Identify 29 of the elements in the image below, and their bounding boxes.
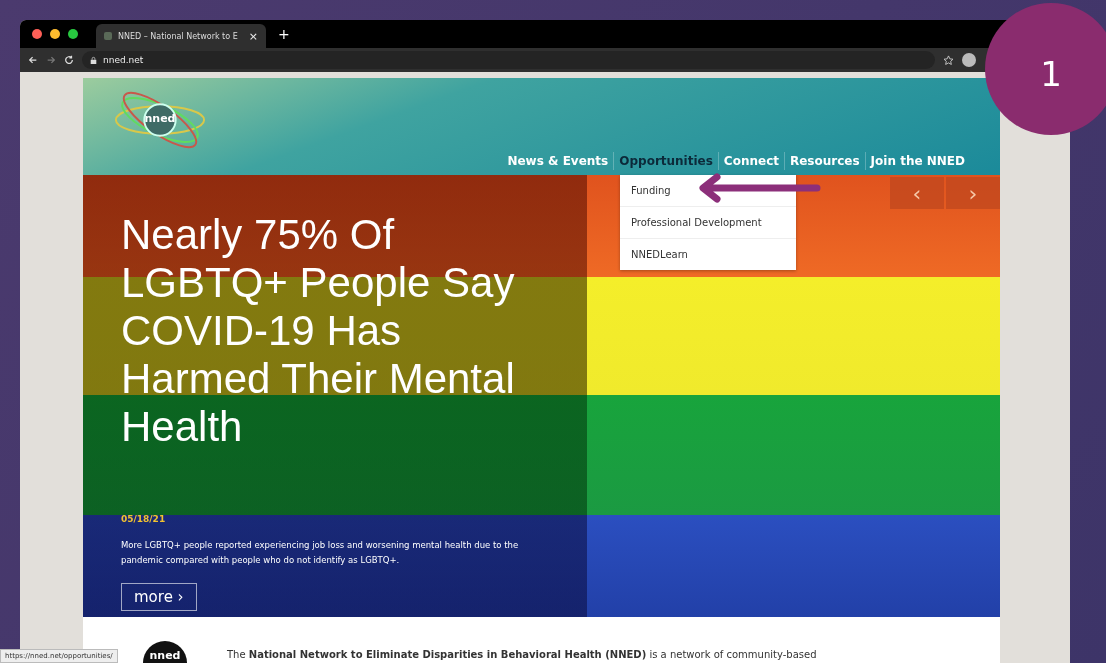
profile-avatar[interactable] [962, 53, 976, 67]
new-tab-button[interactable]: + [278, 26, 290, 42]
summary-text: More LGBTQ+ people reported experiencing job loss and worsening mental health due to the pandemic compared with people who do not identify as LGBTQ+. [121, 539, 520, 567]
browser-tab[interactable]: NNED – National Network to E × [96, 24, 266, 48]
about-text: The National Network to Eliminate Disparities in Behavioral Health (NNED) is a network of community-based [227, 649, 817, 662]
menu-item[interactable]: Funding [620, 175, 796, 206]
minimize-window-icon[interactable] [50, 29, 60, 39]
nav-link[interactable]: Resources [784, 152, 865, 170]
close-window-icon[interactable] [32, 29, 42, 39]
zoom-window-icon[interactable] [68, 29, 78, 39]
menu-item[interactable]: Professional Development [620, 206, 796, 238]
menu-item[interactable]: NNEDLearn [620, 238, 796, 270]
tab-title: NNED – National Network to E [118, 31, 239, 41]
favicon-icon [104, 32, 112, 40]
step-badge: 1 [985, 3, 1106, 135]
close-tab-button[interactable]: × [248, 29, 258, 43]
nav-link[interactable]: Connect [717, 152, 784, 170]
post-date: 05/18/21 [121, 514, 167, 524]
back-icon[interactable] [28, 55, 38, 65]
lock-icon [90, 55, 97, 65]
bookmark-star-icon[interactable] [943, 54, 954, 66]
nned-logo: nned [143, 641, 187, 663]
more-button[interactable]: more › [121, 583, 197, 611]
nav-link[interactable]: Join the NNED [864, 152, 970, 170]
address-field[interactable]: nned.net [82, 51, 935, 69]
forward-icon[interactable] [46, 55, 56, 65]
headline: Nearly 75% Of LGBTQ+ People Say COVID-19 Has Harmed Their Mental Health [121, 211, 516, 451]
reload-icon[interactable] [64, 55, 74, 65]
nav-link[interactable]: Opportunities [613, 152, 718, 170]
